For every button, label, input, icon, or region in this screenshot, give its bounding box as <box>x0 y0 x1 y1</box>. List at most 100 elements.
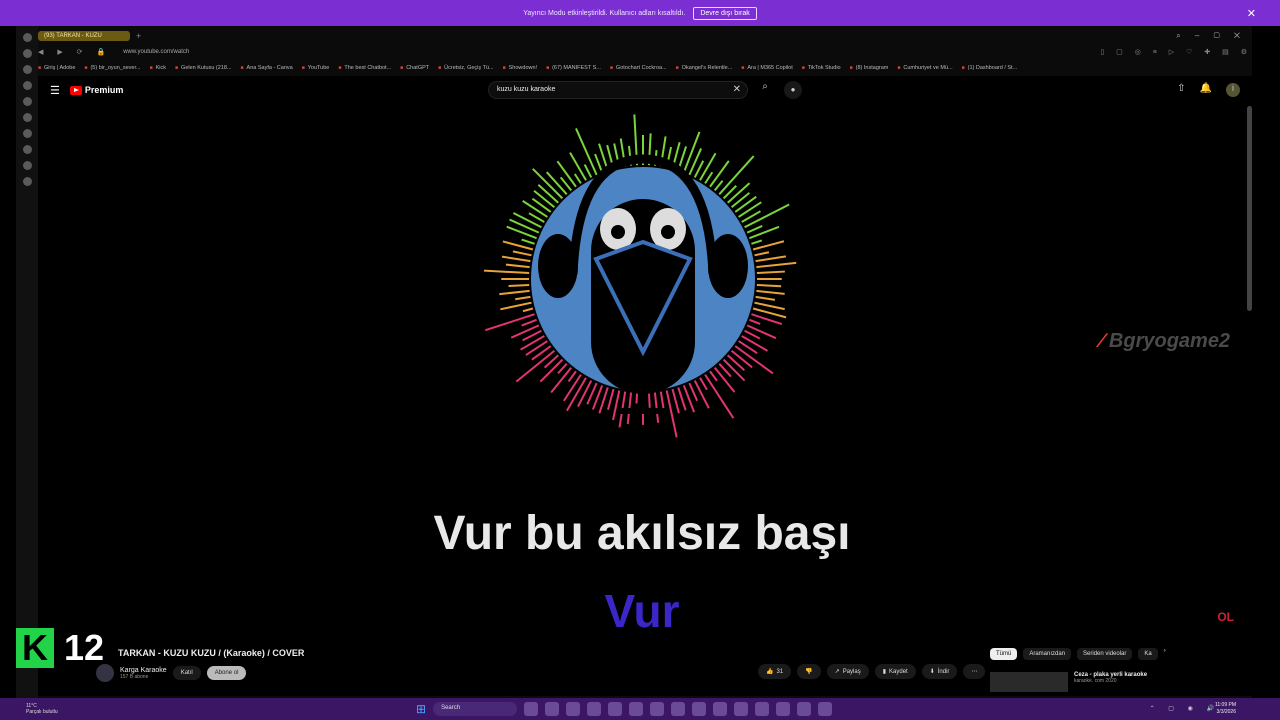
chip[interactable]: Aramanızdan <box>1023 648 1072 660</box>
dislike-button[interactable]: 👎 <box>797 664 821 679</box>
app-icon[interactable] <box>776 702 791 716</box>
subscribe-button[interactable]: Abone ol <box>206 666 247 680</box>
bookmark-item[interactable]: Giriş | Adobe <box>38 65 75 71</box>
active-tab[interactable]: (93) TARKAN - KUZU <box>38 31 130 41</box>
chip[interactable]: Seriden videolar <box>1077 648 1133 660</box>
whatsapp-icon[interactable] <box>692 702 707 716</box>
share-button[interactable]: ↗ Paylaş <box>826 664 869 679</box>
subscriber-count: 157 B abone <box>120 673 149 680</box>
join-button[interactable]: Katıl <box>172 666 201 680</box>
bell-icon[interactable]: 🔔 <box>1200 83 1212 97</box>
bookmark-item[interactable]: The best Chatbot... <box>338 65 391 71</box>
upload-icon[interactable]: ⇧ <box>1177 83 1185 97</box>
bookmark-item[interactable]: Kick <box>150 65 166 71</box>
channel-row: Karga Karaoke 157 B abone Katıl Abone ol <box>96 664 247 682</box>
like-button[interactable]: 👍 31 <box>758 664 792 679</box>
visualizer-bar <box>730 349 753 369</box>
action-bar: 👍 31 👎 ↗ Paylaş ▮ Kaydet ⬇ İndir ⋯ <box>758 664 986 679</box>
watermark-text: Bgryogame2 <box>1108 330 1231 352</box>
bookmark-item[interactable]: Ara | M365 Copilot <box>741 65 792 71</box>
download-button[interactable]: ⬇ İndir <box>921 664 958 679</box>
bookmark-item[interactable]: Okangel's Relentle... <box>676 65 733 71</box>
nav-buttons-icon[interactable]: ◀ ▶ ⟳ 🔒 <box>38 48 111 56</box>
app-icon[interactable] <box>734 702 749 716</box>
app-icon[interactable] <box>713 702 728 716</box>
recommended-video[interactable]: Ceza - plaka yerli karaoke karaoke. com … <box>990 672 1147 692</box>
taskbar-apps: ⊞ Search <box>416 702 833 716</box>
bookmark-item[interactable]: (67) MANIFEST S... <box>546 65 601 71</box>
k12-overlay-logo: K 12 <box>16 627 104 669</box>
youtube-logo[interactable]: Premium <box>69 85 123 95</box>
store-icon[interactable] <box>566 702 581 716</box>
sidebar-icon[interactable] <box>22 113 32 122</box>
sidebar-icon[interactable] <box>22 65 32 74</box>
sidebar-icon[interactable] <box>22 161 32 170</box>
bookmark-item[interactable]: Ücretsiz, Geçiş Tü... <box>438 65 493 71</box>
visualizer-bar <box>537 184 559 204</box>
chip[interactable]: Tümü <box>990 648 1018 660</box>
mic-icon[interactable]: ● <box>784 81 802 99</box>
extension-icons[interactable]: ▯ ▢ ◎ ≡ ▷ ♡ ✚ ▤ ⚙ <box>1100 48 1252 56</box>
search-icon[interactable]: ⌕ <box>754 81 776 99</box>
sidebar-icon[interactable] <box>22 33 32 42</box>
bookmark-item[interactable]: ChatGPT <box>400 65 429 71</box>
spotify-icon[interactable] <box>650 702 665 716</box>
sidebar-icon[interactable] <box>22 97 32 106</box>
more-actions-icon[interactable]: ⋯ <box>963 664 986 679</box>
bookmark-item[interactable]: Ana Sayfa - Canva <box>241 65 293 71</box>
sidebar-icon[interactable] <box>22 129 32 138</box>
sidebar-icon[interactable] <box>22 177 32 186</box>
sidebar-icon[interactable] <box>22 49 32 58</box>
chevron-right-icon[interactable]: › <box>1164 648 1166 660</box>
streamer-watermark: ∕ Bgryogame2 <box>1100 330 1230 353</box>
bookmark-item[interactable]: Gotochart Cockroa... <box>610 65 667 71</box>
taskbar-search[interactable]: Search <box>433 702 518 716</box>
bookmark-item[interactable]: (5) bir_oyun_sever... <box>84 65 140 71</box>
visualizer-bar <box>730 192 751 209</box>
bookmark-item[interactable]: Showdown! <box>503 65 537 71</box>
browser-icon[interactable] <box>587 702 602 716</box>
bookmark-item[interactable]: (1) Dashboard / St... <box>962 65 1018 71</box>
save-button[interactable]: ▮ Kaydet <box>874 664 916 679</box>
app-icon[interactable] <box>671 702 686 716</box>
bookmark-item[interactable]: TikTok Studio <box>802 65 841 71</box>
visualizer-bar <box>521 238 535 245</box>
clock[interactable]: 11:09 PM 3/3/2026 <box>1215 702 1236 716</box>
disable-streamer-mode-button[interactable]: Devre dışı bırak <box>693 6 757 20</box>
visualizer-bar <box>699 377 708 391</box>
clear-search-icon[interactable]: ✕ <box>733 84 741 95</box>
new-tab-icon[interactable]: + <box>136 31 141 41</box>
channel-name[interactable]: Karga Karaoke <box>120 667 167 674</box>
visualizer-bar <box>510 324 540 339</box>
window-controls[interactable]: ⌕ – ▢ ✕ <box>1176 31 1246 41</box>
search-input[interactable]: kuzu kuzu karaoke ✕ <box>488 81 748 99</box>
close-icon[interactable]: ✕ <box>1247 7 1256 20</box>
video-player[interactable]: ∕ Bgryogame2 Vur bu akılsız başı Vur OL <box>38 104 1246 644</box>
bookmark-item[interactable]: Cumhuriyet ve Mü... <box>897 65 952 71</box>
download-icon: ⬇ <box>929 669 935 675</box>
premiere-icon[interactable] <box>608 702 623 716</box>
avatar[interactable]: İ <box>1226 83 1240 97</box>
discord-icon[interactable] <box>797 702 812 716</box>
search-value: kuzu kuzu karaoke <box>497 86 556 93</box>
visualizer-bar <box>520 335 545 351</box>
weather-widget[interactable]: 11°C Parçalı bulutlu <box>26 703 58 715</box>
bookmark-item[interactable]: YouTube <box>302 65 330 71</box>
visualizer-bar <box>515 349 556 383</box>
menu-icon[interactable]: ☰ <box>50 84 60 97</box>
bookmark-item[interactable]: Gelen Kutusu (218... <box>175 65 231 71</box>
app-icon[interactable] <box>629 702 644 716</box>
app-icon[interactable] <box>755 702 770 716</box>
url-field[interactable]: www.youtube.com/watch <box>123 49 1100 55</box>
video-thumbnail[interactable] <box>990 672 1068 692</box>
bookmark-item[interactable]: (8) Instagram <box>850 65 889 71</box>
windows-start-icon[interactable]: ⊞ <box>416 702 426 716</box>
system-tray-icons[interactable]: ⌃ ▢ ◉ 🔊 <box>1150 705 1220 712</box>
chip[interactable]: Ka <box>1138 648 1158 660</box>
steam-icon[interactable] <box>818 702 833 716</box>
sidebar-icon[interactable] <box>22 145 32 154</box>
task-view-icon[interactable] <box>524 702 539 716</box>
scrollbar[interactable] <box>1247 106 1252 311</box>
sidebar-icon[interactable] <box>22 81 32 90</box>
file-explorer-icon[interactable] <box>545 702 560 716</box>
